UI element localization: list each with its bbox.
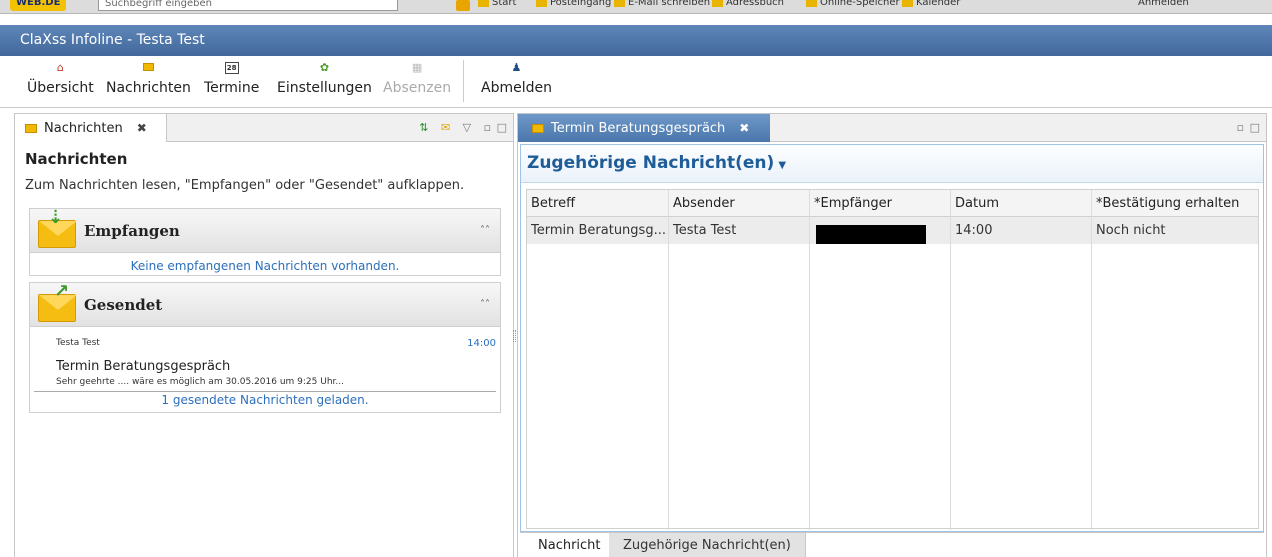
column-header-subject[interactable]: Betreff xyxy=(527,190,668,217)
right-tabbar: Termin Beratungsgespräch ✖ ▫ □ xyxy=(518,114,1266,142)
right-view-tools: ▫ □ xyxy=(1231,114,1260,142)
absences-button: ▦ Absenzen xyxy=(383,61,452,97)
envelope-icon xyxy=(532,124,544,133)
logout-button[interactable]: ♟ Abmelden xyxy=(481,61,552,97)
messages-panel: Nachrichten ✖ ⇅ ✉ ▽ ▫ □ Nachrichten Zum N… xyxy=(14,113,514,557)
received-section-header[interactable]: ⇣ Empfangen ˄˄ xyxy=(30,209,500,253)
home-icon: ⌂ xyxy=(56,61,64,74)
cell-confirmation: Noch nicht xyxy=(1096,223,1166,238)
calendar-icon: 28 xyxy=(224,62,239,74)
page-title: Nachrichten xyxy=(25,150,128,168)
refresh-icon[interactable]: ⇅ xyxy=(419,121,428,134)
gear-icon: ✿ xyxy=(319,61,330,74)
messages-table: Betreff Absender *Empfänger Datum *Bestä… xyxy=(526,189,1259,530)
column-divider xyxy=(668,190,669,530)
maximize-icon[interactable]: □ xyxy=(497,121,507,134)
overview-button[interactable]: ⌂ Übersicht xyxy=(27,61,94,97)
cell-subject: Termin Beratungsg... xyxy=(531,223,666,238)
sent-footer-text: 1 gesendete Nachrichten geladen. xyxy=(161,393,369,407)
pencil-icon xyxy=(614,0,625,7)
bookmark-inbox[interactable]: Posteingang xyxy=(536,0,611,8)
column-divider xyxy=(950,190,951,530)
main-toolbar: ⌂ Übersicht Nachrichten 28 Termine ✿ Ein… xyxy=(0,56,1272,108)
tab-message[interactable]: Nachricht xyxy=(524,533,616,557)
bookmark-start[interactable]: Start xyxy=(478,0,516,8)
browser-toolbar: WEB.DE Suchbegriff eingeben Start Postei… xyxy=(0,0,1272,14)
message-sender: Testa Test xyxy=(56,338,100,348)
tab-appointment[interactable]: Termin Beratungsgespräch ✖ xyxy=(518,114,770,142)
bookmark-compose[interactable]: E-Mail schreiben xyxy=(614,0,710,8)
arrow-up-icon: ↗ xyxy=(54,281,70,302)
column-header-sender[interactable]: Absender xyxy=(669,190,809,217)
collapse-icon[interactable]: ˄˄ xyxy=(480,225,490,236)
close-icon[interactable]: ✖ xyxy=(137,121,147,135)
compose-icon[interactable]: ✉ xyxy=(441,121,450,134)
browser-search-input[interactable]: Suchbegriff eingeben xyxy=(98,0,398,11)
browser-login-link[interactable]: Anmelden xyxy=(1138,0,1189,8)
envelope-icon xyxy=(25,124,37,133)
received-empty-text: Keine empfangenen Nachrichten vorhanden. xyxy=(130,259,400,273)
column-header-confirmation[interactable]: *Bestätigung erhalten xyxy=(1092,190,1258,217)
messages-button[interactable]: Nachrichten xyxy=(106,62,191,96)
tab-messages[interactable]: Nachrichten ✖ xyxy=(15,114,167,142)
column-header-date[interactable]: Datum xyxy=(951,190,1091,217)
table-row[interactable]: Termin Beratungsg... Testa Test 14:00 No… xyxy=(527,217,1258,244)
chevron-down-icon[interactable]: ▽ xyxy=(463,121,471,134)
sent-section-header[interactable]: ↗ Gesendet ˄˄ xyxy=(30,283,500,327)
toolbar-separator xyxy=(463,60,464,102)
message-subject[interactable]: Termin Beratungsgespräch xyxy=(56,359,230,374)
collapse-icon[interactable]: ˄˄ xyxy=(480,299,490,310)
search-icon[interactable] xyxy=(456,0,470,11)
app-title-bar: ClaXss Infoline - Testa Test xyxy=(0,25,1272,56)
sent-title: Gesendet xyxy=(84,296,163,314)
message-time: 14:00 xyxy=(467,338,496,349)
calendar-icon xyxy=(902,0,913,7)
column-header-recipient[interactable]: *Empfänger xyxy=(810,190,950,217)
chevron-down-icon[interactable]: ▼ xyxy=(778,160,786,171)
bookmark-addressbook[interactable]: Adressbuch xyxy=(712,0,784,8)
table-header-row: Betreff Absender *Empfänger Datum *Bestä… xyxy=(527,190,1258,217)
related-messages-view: Zugehörige Nachricht(en) ▼ Betreff Absend… xyxy=(520,144,1264,532)
tab-related-messages[interactable]: Zugehörige Nachricht(en) xyxy=(609,533,806,557)
cell-sender: Testa Test xyxy=(673,223,737,238)
inbox-icon xyxy=(536,0,547,7)
received-title: Empfangen xyxy=(84,222,180,240)
user-logout-icon: ♟ xyxy=(511,61,522,74)
cloud-icon xyxy=(806,0,817,7)
appointment-panel: Termin Beratungsgespräch ✖ ▫ □ Zugehörige… xyxy=(517,113,1267,557)
cell-recipient xyxy=(810,217,950,244)
minimize-icon[interactable]: ▫ xyxy=(1237,121,1244,134)
maximize-icon[interactable]: □ xyxy=(1250,121,1260,134)
bookmark-storage[interactable]: Online-Speicher xyxy=(806,0,900,8)
envelope-icon xyxy=(141,62,155,74)
left-tabbar: Nachrichten ✖ ⇅ ✉ ▽ ▫ □ xyxy=(15,114,513,142)
instruction-text: Zum Nachrichten lesen, "Empfangen" oder … xyxy=(25,178,465,193)
settings-button[interactable]: ✿ Einstellungen xyxy=(277,61,372,97)
related-messages-header[interactable]: Zugehörige Nachricht(en) ▼ xyxy=(521,145,1263,183)
minimize-icon[interactable]: ▫ xyxy=(484,121,491,134)
received-section: ⇣ Empfangen ˄˄ Keine empfangenen Nachric… xyxy=(29,208,501,276)
addressbook-icon xyxy=(712,0,723,7)
close-icon[interactable]: ✖ xyxy=(739,121,749,135)
column-divider xyxy=(1091,190,1092,530)
sent-section: ↗ Gesendet ˄˄ Testa Test 14:00 Termin Be… xyxy=(29,282,501,413)
cell-date: 14:00 xyxy=(955,223,993,238)
column-divider xyxy=(809,190,810,530)
bottom-tabbar: Nachricht Zugehörige Nachricht(en) xyxy=(520,532,1264,557)
arrow-down-icon: ⇣ xyxy=(48,207,64,228)
redacted-block xyxy=(816,225,926,244)
webde-logo[interactable]: WEB.DE xyxy=(10,0,67,11)
related-messages-title: Zugehörige Nachricht(en) xyxy=(527,153,775,173)
home-icon xyxy=(478,0,489,7)
absences-icon: ▦ xyxy=(411,61,423,74)
panel-splitter[interactable] xyxy=(513,330,516,342)
left-view-tools: ⇅ ✉ ▽ ▫ □ xyxy=(410,114,507,142)
divider xyxy=(34,391,496,392)
bookmark-calendar[interactable]: Kalender xyxy=(902,0,960,8)
appointments-button[interactable]: 28 Termine xyxy=(204,62,259,96)
message-preview[interactable]: Sehr geehrte .... wäre es möglich am 30.… xyxy=(56,377,344,387)
